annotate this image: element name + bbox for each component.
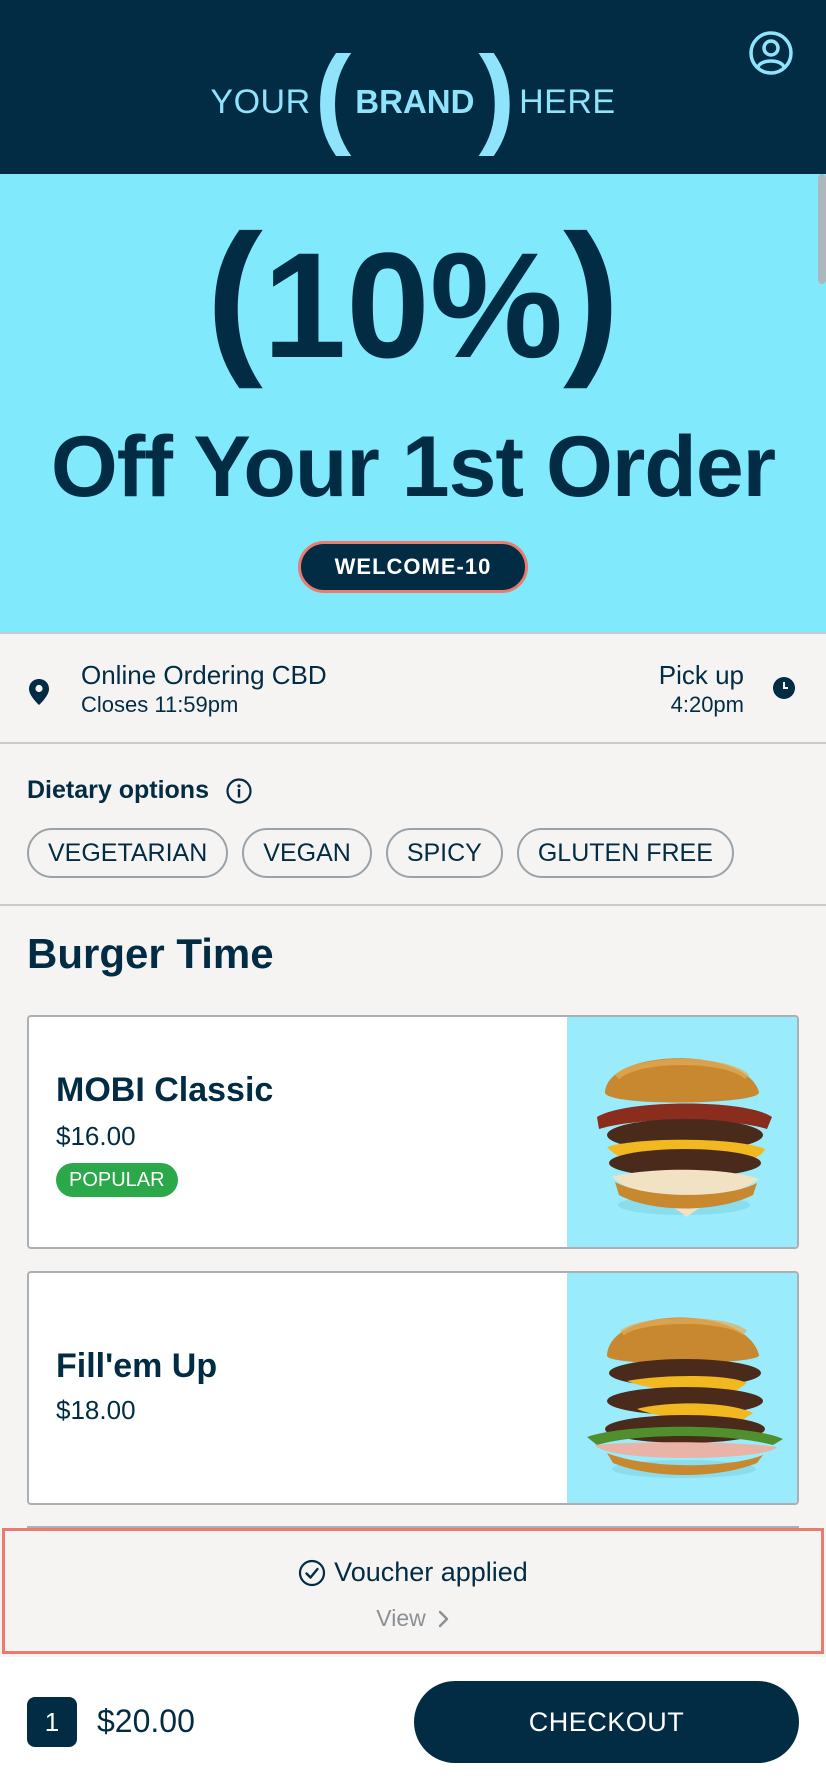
menu-item-image — [567, 1273, 797, 1503]
filter-chip-vegan[interactable]: VEGAN — [242, 828, 372, 878]
promo-amount: 10% — [262, 221, 564, 389]
menu-item-name: MOBI Classic — [56, 1071, 274, 1109]
voucher-view-link[interactable]: View — [5, 1605, 821, 1632]
menu-item-name: Fill'em Up — [56, 1347, 218, 1385]
pickup-time: 4:20pm — [670, 692, 744, 717]
pickup-label: Pick up — [658, 660, 744, 690]
promo-open-bracket: ( — [206, 200, 263, 390]
dietary-section: Dietary options VEGETARIAN VEGAN SPICY G… — [0, 744, 826, 906]
promo-code-button[interactable]: WELCOME-10 — [298, 541, 528, 593]
dietary-filter-list: VEGETARIAN VEGAN SPICY GLUTEN FREE — [27, 828, 734, 878]
cart-bar: 1 $20.00 CHECKOUT — [0, 1657, 826, 1790]
location-bar[interactable]: Online Ordering CBD Closes 11:59pm Pick … — [0, 632, 826, 744]
cart-total: $20.00 — [97, 1703, 195, 1739]
voucher-panel[interactable]: Voucher applied View — [2, 1528, 824, 1654]
menu-item-price: $18.00 — [56, 1395, 136, 1425]
popular-badge: POPULAR — [56, 1163, 178, 1197]
map-pin-icon — [29, 679, 49, 705]
logo-open-paren: ( — [314, 34, 352, 157]
store-name: Online Ordering CBD — [81, 660, 327, 690]
app-header: YOUR ( BRAND ) HERE — [0, 0, 826, 174]
menu-item-image — [567, 1017, 797, 1247]
burger-illustration — [587, 1317, 783, 1478]
logo-close-paren: ) — [478, 34, 516, 157]
info-icon[interactable] — [226, 778, 252, 804]
logo-right-text: HERE — [519, 82, 616, 121]
cart-quantity-badge[interactable]: 1 — [27, 1697, 77, 1747]
logo-left-text: YOUR — [210, 82, 311, 121]
voucher-status-text: Voucher applied — [334, 1557, 528, 1587]
promo-amount-wrap: (10%) — [0, 210, 826, 384]
promo-close-bracket: ) — [563, 200, 620, 390]
logo-brand-text: BRAND — [355, 83, 475, 120]
scrollbar-thumb[interactable] — [818, 174, 826, 284]
filter-chip-spicy[interactable]: SPICY — [385, 828, 503, 878]
chevron-right-icon — [438, 1610, 448, 1627]
store-hours: Closes 11:59pm — [81, 692, 239, 717]
burger-illustration — [597, 1058, 772, 1217]
clock-icon[interactable] — [772, 676, 796, 700]
account-icon[interactable] — [748, 30, 794, 76]
checkout-button[interactable]: CHECKOUT — [414, 1681, 799, 1763]
promo-banner: (10%) Off Your 1st Order WELCOME-10 — [0, 174, 826, 632]
dietary-title: Dietary options — [27, 776, 209, 804]
voucher-status-row: Voucher applied — [5, 1557, 821, 1588]
menu-item-card[interactable]: Fill'em Up $18.00 — [27, 1271, 799, 1505]
brand-logo[interactable]: YOUR ( BRAND ) HERE — [0, 41, 826, 152]
menu-item-card[interactable]: MOBI Classic $16.00 POPULAR — [27, 1015, 799, 1249]
check-circle-icon — [299, 1559, 326, 1586]
category-title: Burger Time — [27, 930, 274, 977]
menu-item-price: $16.00 — [56, 1121, 136, 1151]
filter-chip-vegetarian[interactable]: VEGETARIAN — [27, 828, 229, 878]
promo-headline: Off Your 1st Order — [50, 419, 776, 515]
filter-chip-gluten-free[interactable]: GLUTEN FREE — [516, 828, 734, 878]
view-link-text: View — [376, 1605, 426, 1631]
